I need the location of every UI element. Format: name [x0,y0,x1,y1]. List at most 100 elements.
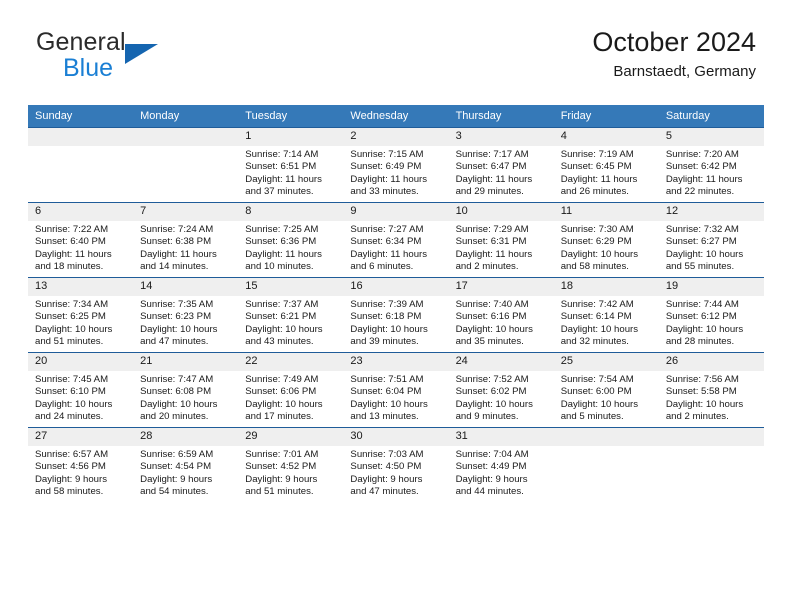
calendar-day-cell[interactable]: 14 Sunrise: 7:35 AM Sunset: 6:23 PM Dayligh… [133,277,239,353]
calendar-day-cell[interactable]: 10 Sunrise: 7:29 AM Sunset: 6:31 PM Dayligh… [448,202,554,278]
sunset-text: Sunset: 6:27 PM [665,236,737,248]
sunrise-text: Sunrise: 7:52 AM [455,374,529,385]
calendar-day-cell[interactable]: 19 Sunrise: 7:44 AM Sunset: 6:12 PM Dayligh… [658,277,764,353]
daylight-text: Daylight: 11 hours [455,248,533,260]
day-details: Sunrise: 7:27 AM Sunset: 6:34 PM Daylight:… [343,221,448,273]
calendar-day-cell[interactable]: 8 Sunrise: 7:25 AM Sunset: 6:36 PM Daylight… [238,202,344,278]
daylight-text: and 20 minutes. [140,410,209,422]
daylight-text: and 6 minutes. [350,260,414,272]
day-number: 27 [28,428,134,446]
daylight-text: and 58 minutes. [35,485,104,497]
general-blue-logo[interactable]: General Blue [36,30,186,82]
calendar-day-cell[interactable]: 11 Sunrise: 7:30 AM Sunset: 6:29 PM Dayligh… [553,202,659,278]
day-number: 30 [343,428,449,446]
sunrise-text: Sunrise: 7:27 AM [350,224,424,235]
daylight-text: and 47 minutes. [140,335,209,347]
calendar-day-cell[interactable]: 12 Sunrise: 7:32 AM Sunset: 6:27 PM Dayligh… [658,202,764,278]
calendar-day-cell[interactable]: 4 Sunrise: 7:19 AM Sunset: 6:45 PM Daylight… [553,127,659,203]
daylight-text: and 43 minutes. [245,335,314,347]
daylight-text: and 29 minutes. [455,185,524,197]
daylight-text: and 32 minutes. [560,335,629,347]
day-details: Sunrise: 7:29 AM Sunset: 6:31 PM Daylight:… [449,221,554,273]
calendar-day-cell[interactable]: 15 Sunrise: 7:37 AM Sunset: 6:21 PM Dayligh… [238,277,344,353]
sunset-text: Sunset: 6:06 PM [245,386,317,398]
sunset-text: Sunset: 4:56 PM [35,461,106,473]
calendar-day-cell[interactable]: 20 Sunrise: 7:45 AM Sunset: 6:10 PM Dayligh… [28,352,134,428]
sunrise-text: Sunrise: 7:25 AM [245,224,319,235]
calendar-day-cell[interactable]: 5 Sunrise: 7:20 AM Sunset: 6:42 PM Daylight… [658,127,764,203]
weekday-header-row: Sunday Monday Tuesday Wednesday Thursday… [28,105,764,128]
daylight-text: Daylight: 11 hours [245,173,322,185]
sunrise-text: Sunrise: 7:35 AM [140,299,214,310]
daylight-text: and 28 minutes. [665,335,735,347]
day-number [28,128,134,146]
day-details: Sunrise: 7:03 AM Sunset: 4:50 PM Daylight:… [343,446,448,498]
sunrise-text: Sunrise: 7:39 AM [350,299,424,310]
calendar-day-cell[interactable]: 25 Sunrise: 7:54 AM Sunset: 6:00 PM Dayligh… [553,352,659,428]
daylight-text: and 22 minutes. [665,185,735,197]
calendar-day-cell[interactable]: 21 Sunrise: 7:47 AM Sunset: 6:08 PM Dayligh… [133,352,239,428]
daylight-text: and 2 minutes. [665,410,729,422]
sunset-text: Sunset: 4:54 PM [140,461,212,473]
daylight-text: and 54 minutes. [140,485,209,497]
day-details: Sunrise: 7:45 AM Sunset: 6:10 PM Daylight:… [28,371,133,423]
daylight-text: Daylight: 10 hours [560,248,639,260]
daylight-text: Daylight: 9 hours [455,473,528,485]
weekday-header-sunday: Sunday [28,105,134,128]
sunset-text: Sunset: 4:49 PM [455,461,527,473]
calendar-day-cell[interactable]: 27 Sunrise: 6:57 AM Sunset: 4:56 PM Dayligh… [28,427,134,502]
calendar-day-cell-empty [28,127,134,203]
calendar-day-cell[interactable]: 30 Sunrise: 7:03 AM Sunset: 4:50 PM Dayligh… [343,427,449,502]
day-details: Sunrise: 7:54 AM Sunset: 6:00 PM Daylight:… [554,371,659,423]
calendar-day-cell[interactable]: 22 Sunrise: 7:49 AM Sunset: 6:06 PM Dayligh… [238,352,344,428]
calendar-page: General Blue October 2024 Barnstaedt, Ge… [0,0,792,612]
calendar-day-cell[interactable]: 6 Sunrise: 7:22 AM Sunset: 6:40 PM Daylight… [28,202,134,278]
calendar-day-cell[interactable]: 3 Sunrise: 7:17 AM Sunset: 6:47 PM Daylight… [448,127,554,203]
daylight-text: Daylight: 10 hours [35,398,113,410]
daylight-text: Daylight: 10 hours [455,398,533,410]
daylight-text: Daylight: 11 hours [350,173,428,185]
calendar-day-cell[interactable]: 9 Sunrise: 7:27 AM Sunset: 6:34 PM Daylight… [343,202,449,278]
day-number: 10 [448,203,554,221]
calendar-day-cell[interactable]: 26 Sunrise: 7:56 AM Sunset: 5:58 PM Dayligh… [658,352,764,428]
daylight-text: Daylight: 11 hours [140,248,217,260]
day-number: 16 [343,278,449,296]
day-number: 20 [28,353,134,371]
calendar-day-cell[interactable]: 18 Sunrise: 7:42 AM Sunset: 6:14 PM Dayligh… [553,277,659,353]
calendar-day-cell[interactable]: 28 Sunrise: 6:59 AM Sunset: 4:54 PM Dayligh… [133,427,239,502]
sunrise-text: Sunrise: 7:30 AM [560,224,634,235]
daylight-text: and 10 minutes. [245,260,314,272]
day-details: Sunrise: 7:51 AM Sunset: 6:04 PM Daylight:… [343,371,448,423]
calendar-day-cell[interactable]: 17 Sunrise: 7:40 AM Sunset: 6:16 PM Dayligh… [448,277,554,353]
sunrise-text: Sunrise: 7:01 AM [245,449,319,460]
sunrise-text: Sunrise: 7:24 AM [140,224,214,235]
calendar-week-row: 1 Sunrise: 7:14 AM Sunset: 6:51 PM Daylight… [28,127,764,203]
day-number: 7 [133,203,239,221]
day-details: Sunrise: 6:59 AM Sunset: 4:54 PM Daylight:… [133,446,238,498]
calendar-week-row: 27 Sunrise: 6:57 AM Sunset: 4:56 PM Dayligh… [28,427,764,502]
sunset-text: Sunset: 6:12 PM [665,311,737,323]
calendar-day-cell[interactable]: 29 Sunrise: 7:01 AM Sunset: 4:52 PM Dayligh… [238,427,344,502]
sunset-text: Sunset: 6:14 PM [560,311,632,323]
sunset-text: Sunset: 6:38 PM [140,236,212,248]
sunrise-text: Sunrise: 7:29 AM [455,224,529,235]
daylight-text: Daylight: 11 hours [455,173,533,185]
day-details: Sunrise: 7:24 AM Sunset: 6:38 PM Daylight:… [133,221,238,273]
calendar-day-cell[interactable]: 24 Sunrise: 7:52 AM Sunset: 6:02 PM Dayligh… [448,352,554,428]
day-number: 29 [238,428,344,446]
day-details: Sunrise: 7:15 AM Sunset: 6:49 PM Daylight:… [343,146,448,198]
daylight-text: and 44 minutes. [455,485,524,497]
calendar-day-cell[interactable]: 13 Sunrise: 7:34 AM Sunset: 6:25 PM Dayligh… [28,277,134,353]
calendar-day-cell[interactable]: 16 Sunrise: 7:39 AM Sunset: 6:18 PM Dayligh… [343,277,449,353]
calendar-day-cell[interactable]: 7 Sunrise: 7:24 AM Sunset: 6:38 PM Daylight… [133,202,239,278]
page-header: General Blue October 2024 Barnstaedt, Ge… [0,0,792,104]
calendar-day-cell[interactable]: 31 Sunrise: 7:04 AM Sunset: 4:49 PM Dayligh… [448,427,554,502]
sunset-text: Sunset: 6:51 PM [245,161,317,173]
calendar-day-cell[interactable]: 1 Sunrise: 7:14 AM Sunset: 6:51 PM Daylight… [238,127,344,203]
calendar-day-cell[interactable]: 2 Sunrise: 7:15 AM Sunset: 6:49 PM Daylight… [343,127,449,203]
day-details: Sunrise: 7:56 AM Sunset: 5:58 PM Daylight:… [659,371,764,423]
daylight-text: and 17 minutes. [245,410,314,422]
day-details: Sunrise: 7:34 AM Sunset: 6:25 PM Daylight:… [28,296,133,348]
calendar-day-cell[interactable]: 23 Sunrise: 7:51 AM Sunset: 6:04 PM Dayligh… [343,352,449,428]
daylight-text: Daylight: 10 hours [560,323,639,335]
